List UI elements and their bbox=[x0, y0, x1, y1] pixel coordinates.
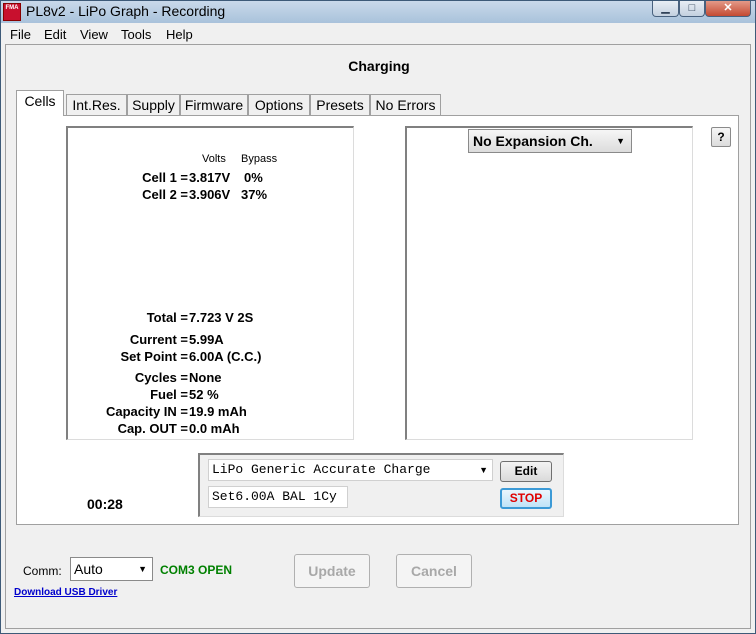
app-window: FMA PL8v2 - LiPo Graph - Recording ▁ □ ✕… bbox=[0, 0, 756, 634]
stat-label: Set Point = bbox=[120, 349, 188, 364]
cell-voltage: 3.906V bbox=[189, 187, 231, 202]
charge-program-panel: LiPo Generic Accurate Charge ▼ Set6.00A … bbox=[198, 453, 564, 517]
tab-no-errors[interactable]: No Errors bbox=[370, 94, 441, 116]
stat-label: Current = bbox=[129, 332, 188, 347]
menu-edit[interactable]: Edit bbox=[44, 27, 66, 42]
comm-label: Comm: bbox=[23, 564, 62, 578]
menu-bar: File Edit View Tools Help bbox=[2, 24, 754, 44]
cancel-button[interactable]: Cancel bbox=[396, 554, 472, 588]
set-point-value: 6.00A (C.C.) bbox=[189, 349, 262, 364]
stat-row: Cap. OUT = bbox=[68, 421, 188, 437]
cells-tab-panel: Volts Bypass Cell 1 = 3.817V 0% Cell 2 =… bbox=[16, 115, 739, 525]
stat-row: Fuel = bbox=[68, 387, 188, 403]
download-usb-driver-link[interactable]: Download USB Driver bbox=[14, 587, 117, 598]
menu-tools[interactable]: Tools bbox=[121, 27, 151, 42]
menu-view[interactable]: View bbox=[80, 27, 108, 42]
fuel-value: 52 % bbox=[189, 387, 219, 402]
update-button[interactable]: Update bbox=[294, 554, 370, 588]
current-value: 5.99A bbox=[189, 332, 224, 347]
tab-int-res[interactable]: Int.Res. bbox=[66, 94, 127, 116]
cell-voltage: 3.817V bbox=[189, 170, 231, 185]
tab-firmware[interactable]: Firmware bbox=[180, 94, 248, 116]
stat-label: Capacity IN = bbox=[105, 404, 188, 419]
cell-1-row: Cell 1 = bbox=[68, 170, 188, 186]
chevron-down-icon: ▼ bbox=[616, 136, 625, 146]
charge-program-select[interactable]: LiPo Generic Accurate Charge ▼ bbox=[208, 459, 493, 481]
elapsed-timer: 00:28 bbox=[87, 496, 123, 512]
edit-button[interactable]: Edit bbox=[500, 461, 552, 482]
expansion-panel: No Expansion Ch. ▼ bbox=[405, 126, 693, 440]
stat-row: Capacity IN = bbox=[68, 404, 188, 420]
stat-row: Cycles = bbox=[68, 370, 188, 386]
comm-port-select[interactable]: Auto ▼ bbox=[70, 557, 153, 581]
stat-row: Set Point = bbox=[68, 349, 188, 365]
close-button[interactable]: ✕ bbox=[705, 1, 751, 17]
help-button[interactable]: ? bbox=[711, 127, 731, 147]
comm-selected: Auto bbox=[74, 561, 103, 577]
stat-label: Fuel = bbox=[150, 387, 188, 402]
cells-readout: Volts Bypass Cell 1 = 3.817V 0% Cell 2 =… bbox=[66, 126, 354, 440]
status-title: Charging bbox=[348, 58, 410, 74]
bypass-header: Bypass bbox=[241, 153, 278, 165]
cell-label: Cell 1 = bbox=[142, 170, 188, 185]
tab-cells[interactable]: Cells bbox=[16, 90, 64, 116]
volts-header: Volts bbox=[202, 153, 226, 165]
tab-supply[interactable]: Supply bbox=[127, 94, 180, 116]
main-panel: Charging Cells Int.Res. Supply Firmware … bbox=[5, 44, 751, 629]
tab-options[interactable]: Options bbox=[248, 94, 310, 116]
stat-label: Cycles = bbox=[134, 370, 188, 385]
cell-2-row: Cell 2 = bbox=[68, 187, 188, 203]
program-detail: Set6.00A BAL 1Cy bbox=[208, 486, 348, 508]
expansion-channel-select[interactable]: No Expansion Ch. ▼ bbox=[468, 129, 632, 153]
title-bar[interactable]: FMA PL8v2 - LiPo Graph - Recording bbox=[1, 1, 755, 23]
stat-label: Cap. OUT = bbox=[117, 421, 188, 436]
app-logo-icon[interactable]: FMA bbox=[3, 3, 21, 21]
tab-presets[interactable]: Presets bbox=[310, 94, 370, 116]
cycles-value: None bbox=[189, 370, 222, 385]
cell-bypass: 0% bbox=[244, 170, 263, 185]
menu-help[interactable]: Help bbox=[166, 27, 193, 42]
capacity-in-value: 19.9 mAh bbox=[189, 404, 247, 419]
window-title: PL8v2 - LiPo Graph - Recording bbox=[26, 3, 226, 19]
cell-label: Cell 2 = bbox=[142, 187, 188, 202]
minimize-button[interactable]: ▁ bbox=[652, 1, 679, 17]
stat-label: Total = bbox=[146, 310, 188, 325]
program-selected: LiPo Generic Accurate Charge bbox=[212, 462, 431, 477]
expansion-selected: No Expansion Ch. bbox=[473, 133, 593, 149]
stat-row: Current = bbox=[68, 332, 188, 348]
chevron-down-icon: ▼ bbox=[138, 564, 147, 574]
capacity-out-value: 0.0 mAh bbox=[189, 421, 240, 436]
stop-button[interactable]: STOP bbox=[500, 488, 552, 509]
cell-bypass: 37% bbox=[241, 187, 268, 202]
total-voltage: 7.723 V 2S bbox=[189, 310, 254, 325]
stat-row: Total = bbox=[68, 310, 188, 326]
chevron-down-icon: ▼ bbox=[479, 465, 488, 475]
menu-file[interactable]: File bbox=[10, 27, 31, 42]
comm-status: COM3 OPEN bbox=[160, 563, 233, 577]
maximize-button[interactable]: □ bbox=[679, 1, 705, 17]
